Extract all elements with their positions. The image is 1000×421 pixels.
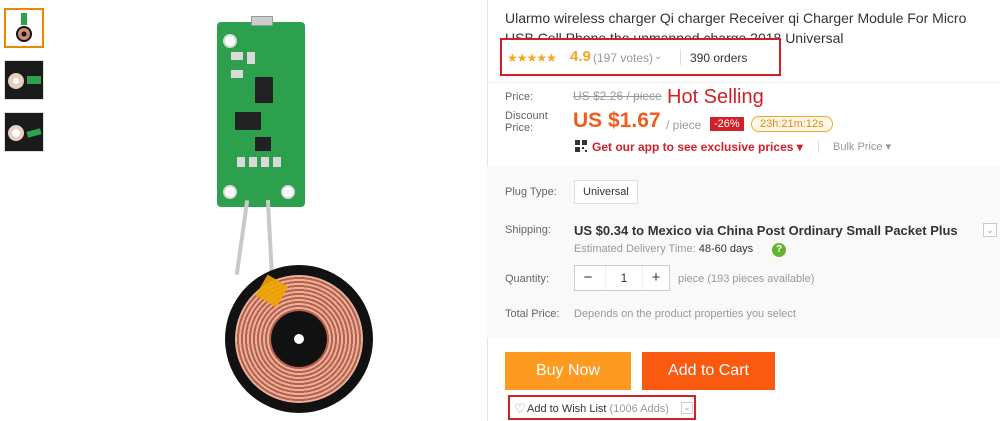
price-unit: / piece <box>666 118 702 132</box>
coil-wire <box>265 199 275 281</box>
plug-type-label: Plug Type: <box>505 186 557 198</box>
usb-connector <box>251 16 273 26</box>
coil-thumb-image <box>8 73 41 89</box>
help-icon[interactable]: ? <box>772 243 786 257</box>
order-count: 390 orders <box>690 51 748 65</box>
original-price: US $2.26 / piece <box>573 89 662 103</box>
delivery-time: Estimated Delivery Time: 48-60 days <box>574 243 754 255</box>
rating-score: 4.9 <box>570 48 591 65</box>
price-label: Price: <box>505 91 534 103</box>
discount-badge: -26% <box>710 117 744 131</box>
quantity-input[interactable]: 1 <box>605 266 643 290</box>
thumbnail-2[interactable] <box>4 60 44 100</box>
thumbnail-list <box>4 8 48 164</box>
quantity-label: Quantity: <box>505 273 550 285</box>
ic-chip <box>255 137 271 151</box>
quantity-increase-button[interactable]: + <box>645 266 667 290</box>
total-price-note: Depends on the product properties you se… <box>574 308 796 320</box>
mount-hole <box>281 185 295 199</box>
bulk-price-link[interactable]: Bulk Price ▾ <box>833 140 891 153</box>
quantity-availability: piece (193 pieces available) <box>678 273 815 285</box>
rating-summary: ★★★★★ 4.9 (197 votes) ⌄ 390 orders <box>500 38 781 76</box>
plug-option-universal[interactable]: Universal <box>574 180 638 204</box>
receiver-board <box>217 16 305 207</box>
star-rating-icon: ★★★★★ <box>507 51 557 65</box>
rating-votes[interactable]: (197 votes) <box>593 51 653 65</box>
ic-chip <box>255 77 273 103</box>
discount-price-label: Discount Price: <box>505 110 548 134</box>
coil-thumb-image <box>16 13 32 42</box>
buy-now-button[interactable]: Buy Now <box>505 352 631 390</box>
quantity-stepper: − 1 + <box>574 265 670 291</box>
quantity-decrease-button[interactable]: − <box>577 266 599 290</box>
divider <box>680 49 681 65</box>
product-image <box>200 0 400 421</box>
total-price-label: Total Price: <box>505 308 560 320</box>
coil-thumb-image <box>8 125 42 141</box>
thumbnail-3[interactable] <box>4 112 44 152</box>
discount-price: US $1.67 <box>573 109 661 132</box>
add-to-wish-list-link[interactable]: Add to Wish List (1006 Adds) <box>527 403 669 415</box>
shipping-option[interactable]: US $0.34 to Mexico via China Post Ordina… <box>574 223 958 238</box>
mount-hole <box>223 34 237 48</box>
divider <box>487 82 1000 83</box>
qr-code-icon <box>575 140 587 152</box>
charging-coil <box>225 265 373 413</box>
add-to-cart-button[interactable]: Add to Cart <box>642 352 775 390</box>
ic-chip <box>235 112 261 130</box>
shipping-label: Shipping: <box>505 224 551 236</box>
thumbnail-1[interactable] <box>4 8 44 48</box>
heart-icon: ♡ <box>514 401 526 416</box>
countdown-timer: 23h:21m:12s <box>751 116 833 132</box>
app-prices-link[interactable]: Get our app to see exclusive prices ▾ <box>592 140 803 154</box>
mount-hole <box>223 185 237 199</box>
hot-selling-label: Hot Selling <box>667 86 764 108</box>
wish-list-control[interactable]: ♡ Add to Wish List (1006 Adds) ⌄ <box>508 395 696 420</box>
chevron-down-icon[interactable]: ⌄ <box>681 402 693 414</box>
chevron-down-icon[interactable]: ⌄ <box>983 223 997 237</box>
chevron-down-icon[interactable]: ⌄ <box>654 51 662 62</box>
coil-wire <box>234 200 250 275</box>
divider <box>818 140 819 153</box>
